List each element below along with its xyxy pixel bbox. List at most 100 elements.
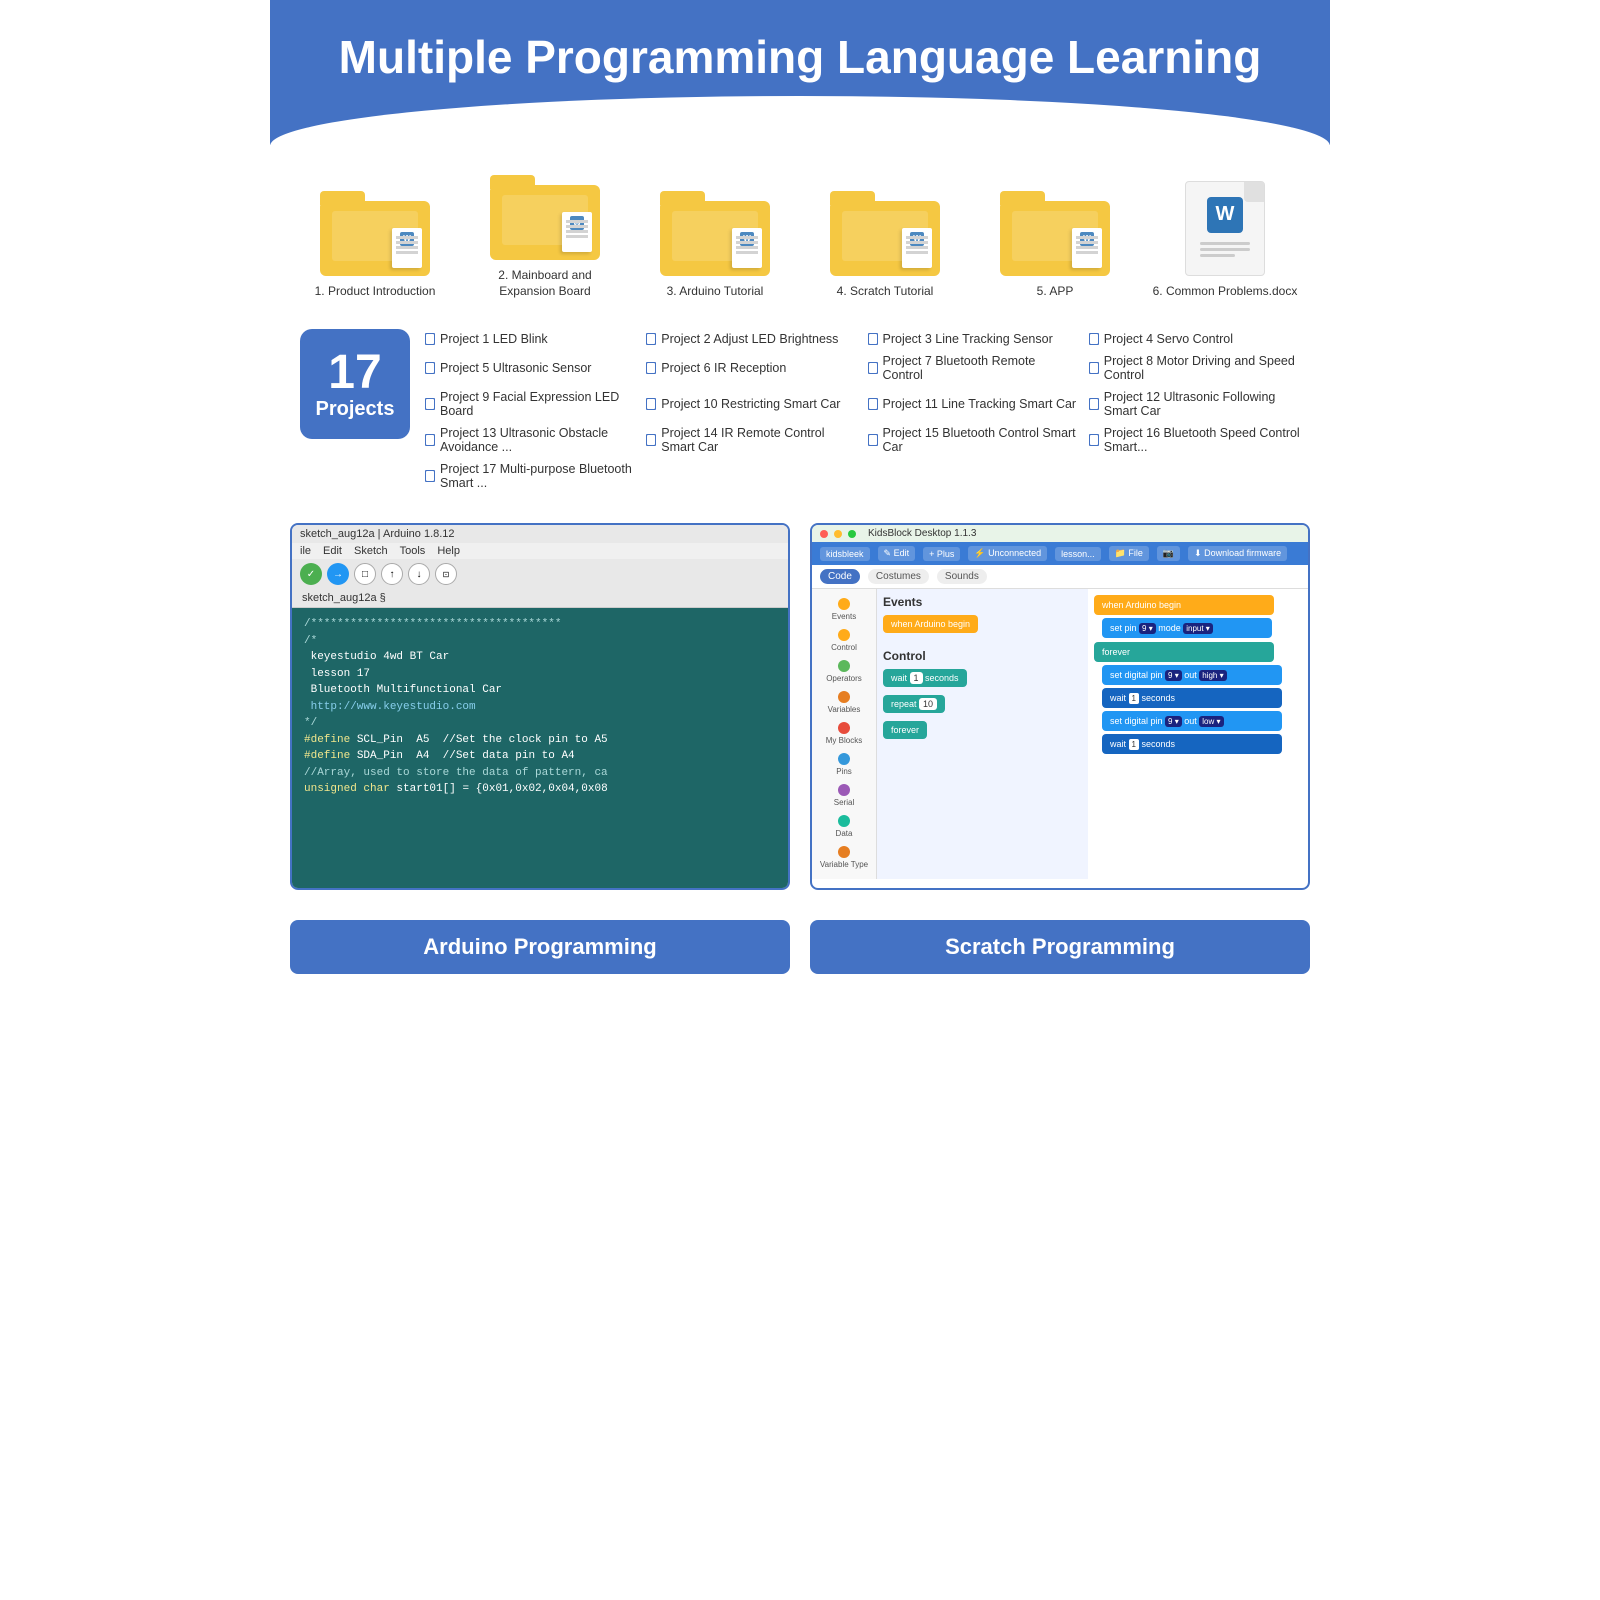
variables-icon xyxy=(838,691,850,703)
save-button[interactable]: ↓ xyxy=(408,563,430,585)
kb-script-wait1[interactable]: wait 1 seconds xyxy=(1102,688,1282,708)
menu-file[interactable]: ile xyxy=(300,545,311,557)
kb-nav-file[interactable]: 📁 File xyxy=(1109,546,1149,561)
kb-sidebar-events[interactable]: Events xyxy=(812,594,876,625)
upload-button[interactable]: → xyxy=(327,563,349,585)
kb-script-setpin: set pin 9 ▾ mode input ▾ xyxy=(1102,618,1302,638)
folder-item-4[interactable]: W 4. Scratch Tutorial xyxy=(810,191,960,300)
project-item-7: Project 7 Bluetooth Remote Control xyxy=(868,351,1079,385)
project-item-9: Project 9 Facial Expression LED Board xyxy=(425,387,636,421)
project-icon xyxy=(425,470,435,482)
project-label: Project 1 LED Blink xyxy=(440,332,548,346)
kb-nav-edit[interactable]: ✎ Edit xyxy=(878,546,916,561)
arduino-controls: ✓ → □ ↑ ↓ ⊡ xyxy=(292,559,788,589)
folder-item-1[interactable]: W 1. Product Introduction xyxy=(300,191,450,300)
kidsblock-panel: KidsBlock Desktop 1.1.3 kidsbleek ✎ Edit… xyxy=(810,523,1310,890)
header: Multiple Programming Language Learning xyxy=(270,0,1330,145)
project-icon xyxy=(425,333,435,345)
project-icon xyxy=(646,398,656,410)
kb-sidebar-data[interactable]: Data xyxy=(812,811,876,842)
folder-label-2: 2. Mainboard and Expansion Board xyxy=(470,268,620,299)
kb-block-when-arduino[interactable]: when Arduino begin xyxy=(883,615,978,633)
kb-min-dot xyxy=(834,530,842,538)
kb-script-wait2[interactable]: wait 1 seconds xyxy=(1102,734,1282,754)
project-label: Project 9 Facial Expression LED Board xyxy=(440,390,636,418)
project-item-14: Project 14 IR Remote Control Smart Car xyxy=(646,423,857,457)
tab-sounds[interactable]: Sounds xyxy=(937,569,987,584)
kb-repeat-block[interactable]: repeat 10 xyxy=(883,695,1082,717)
kb-sidebar-variables[interactable]: Variables xyxy=(812,687,876,718)
project-label: Project 17 Multi-purpose Bluetooth Smart… xyxy=(440,462,636,490)
kb-block-forever[interactable]: forever xyxy=(883,721,927,739)
folder-label-4: 4. Scratch Tutorial xyxy=(837,284,934,300)
project-item-6: Project 6 IR Reception xyxy=(646,351,857,385)
arduino-title: sketch_aug12a | Arduino 1.8.12 xyxy=(300,528,455,540)
tab-code[interactable]: Code xyxy=(820,569,860,584)
project-item-4: Project 4 Servo Control xyxy=(1089,329,1300,349)
new-button[interactable]: □ xyxy=(354,563,376,585)
open-button[interactable]: ↑ xyxy=(381,563,403,585)
project-item-16: Project 16 Bluetooth Speed Control Smart… xyxy=(1089,423,1300,457)
project-icon xyxy=(868,333,878,345)
kb-nav-camera[interactable]: 📷 xyxy=(1157,546,1180,561)
verify-button[interactable]: ✓ xyxy=(300,563,322,585)
folder-item-2[interactable]: W 2. Mainboard and Expansion Board xyxy=(470,175,620,299)
kb-sidebar: Events Control Operators Variables My Bl… xyxy=(812,589,877,879)
project-icon xyxy=(1089,398,1099,410)
menu-sketch[interactable]: Sketch xyxy=(354,545,388,557)
kb-sidebar-serial[interactable]: Serial xyxy=(812,780,876,811)
arduino-code-area[interactable]: /************************************** … xyxy=(292,608,788,888)
data-label: Data xyxy=(836,829,853,838)
folders-section: W 1. Product Introduction W 2. Mainboard… xyxy=(270,145,1330,319)
kb-nav-plus[interactable]: + Plus xyxy=(923,547,960,561)
project-icon xyxy=(425,434,435,446)
kb-block-repeat[interactable]: repeat 10 xyxy=(883,695,945,713)
folder-label-3: 3. Arduino Tutorial xyxy=(667,284,764,300)
kb-script-area: when Arduino begin set pin 9 ▾ mode inpu… xyxy=(1088,589,1308,879)
project-item-1: Project 1 LED Blink xyxy=(425,329,636,349)
folder-icon-1: W xyxy=(320,191,430,276)
kb-block-wait[interactable]: wait 1 seconds xyxy=(883,669,967,687)
tab-costumes[interactable]: Costumes xyxy=(868,569,929,584)
kb-script-forever[interactable]: forever xyxy=(1094,642,1274,662)
menu-tools[interactable]: Tools xyxy=(400,545,426,557)
bottom-labels: Arduino Programming Scratch Programming xyxy=(270,910,1330,994)
kb-when-arduino-block[interactable]: when Arduino begin xyxy=(883,615,1082,637)
kb-sidebar-pins[interactable]: Pins xyxy=(812,749,876,780)
kb-nav-unconnected[interactable]: ⚡ Unconnected xyxy=(968,546,1047,561)
project-item-8: Project 8 Motor Driving and Speed Contro… xyxy=(1089,351,1300,385)
control-label: Control xyxy=(831,643,857,652)
kb-forever-block[interactable]: forever xyxy=(883,721,1082,743)
kidsblock-title: KidsBlock Desktop 1.1.3 xyxy=(868,528,976,539)
kb-close-dot xyxy=(820,530,828,538)
kb-sidebar-control[interactable]: Control xyxy=(812,625,876,656)
kb-script-digital-high[interactable]: set digital pin 9 ▾ out high ▾ xyxy=(1102,665,1282,685)
kb-sidebar-myblocks[interactable]: My Blocks xyxy=(812,718,876,749)
folder-item-6[interactable]: W 6. Common Problems.docx xyxy=(1150,181,1300,300)
projects-badge: 17 Projects xyxy=(300,329,410,439)
folder-item-3[interactable]: W 3. Arduino Tutorial xyxy=(640,191,790,300)
project-item-13: Project 13 Ultrasonic Obstacle Avoidance… xyxy=(425,423,636,457)
kb-sidebar-operators[interactable]: Operators xyxy=(812,656,876,687)
kb-nav-lesson: lesson... xyxy=(1055,547,1101,561)
kb-nav-brand: kidsbleek xyxy=(820,547,870,561)
kb-script-when-arduino[interactable]: when Arduino begin xyxy=(1094,595,1274,615)
arduino-programming-label: Arduino Programming xyxy=(290,920,790,974)
folder-label-1: 1. Product Introduction xyxy=(315,284,436,300)
kb-setpin-block[interactable]: set pin 9 ▾ mode input ▾ xyxy=(1102,618,1272,638)
folder-item-5[interactable]: W 5. APP xyxy=(980,191,1130,300)
menu-edit[interactable]: Edit xyxy=(323,545,342,557)
project-label: Project 13 Ultrasonic Obstacle Avoidance… xyxy=(440,426,636,454)
folder-icon-3: W xyxy=(660,191,770,276)
kb-wait-block[interactable]: wait 1 seconds xyxy=(883,669,1082,691)
vartype-label: Variable Type xyxy=(820,860,868,869)
kb-script-digital-low[interactable]: set digital pin 9 ▾ out low ▾ xyxy=(1102,711,1282,731)
menu-help[interactable]: Help xyxy=(437,545,460,557)
kidsblock-titlebar: KidsBlock Desktop 1.1.3 xyxy=(812,525,1308,542)
arduino-menubar: ile Edit Sketch Tools Help xyxy=(292,543,788,559)
project-label: Project 2 Adjust LED Brightness xyxy=(661,332,838,346)
kb-nav-download[interactable]: ⬇ Download firmware xyxy=(1188,546,1287,561)
kb-sidebar-vartype[interactable]: Variable Type xyxy=(812,842,876,873)
serial-monitor-button[interactable]: ⊡ xyxy=(435,563,457,585)
project-label: Project 7 Bluetooth Remote Control xyxy=(883,354,1079,382)
